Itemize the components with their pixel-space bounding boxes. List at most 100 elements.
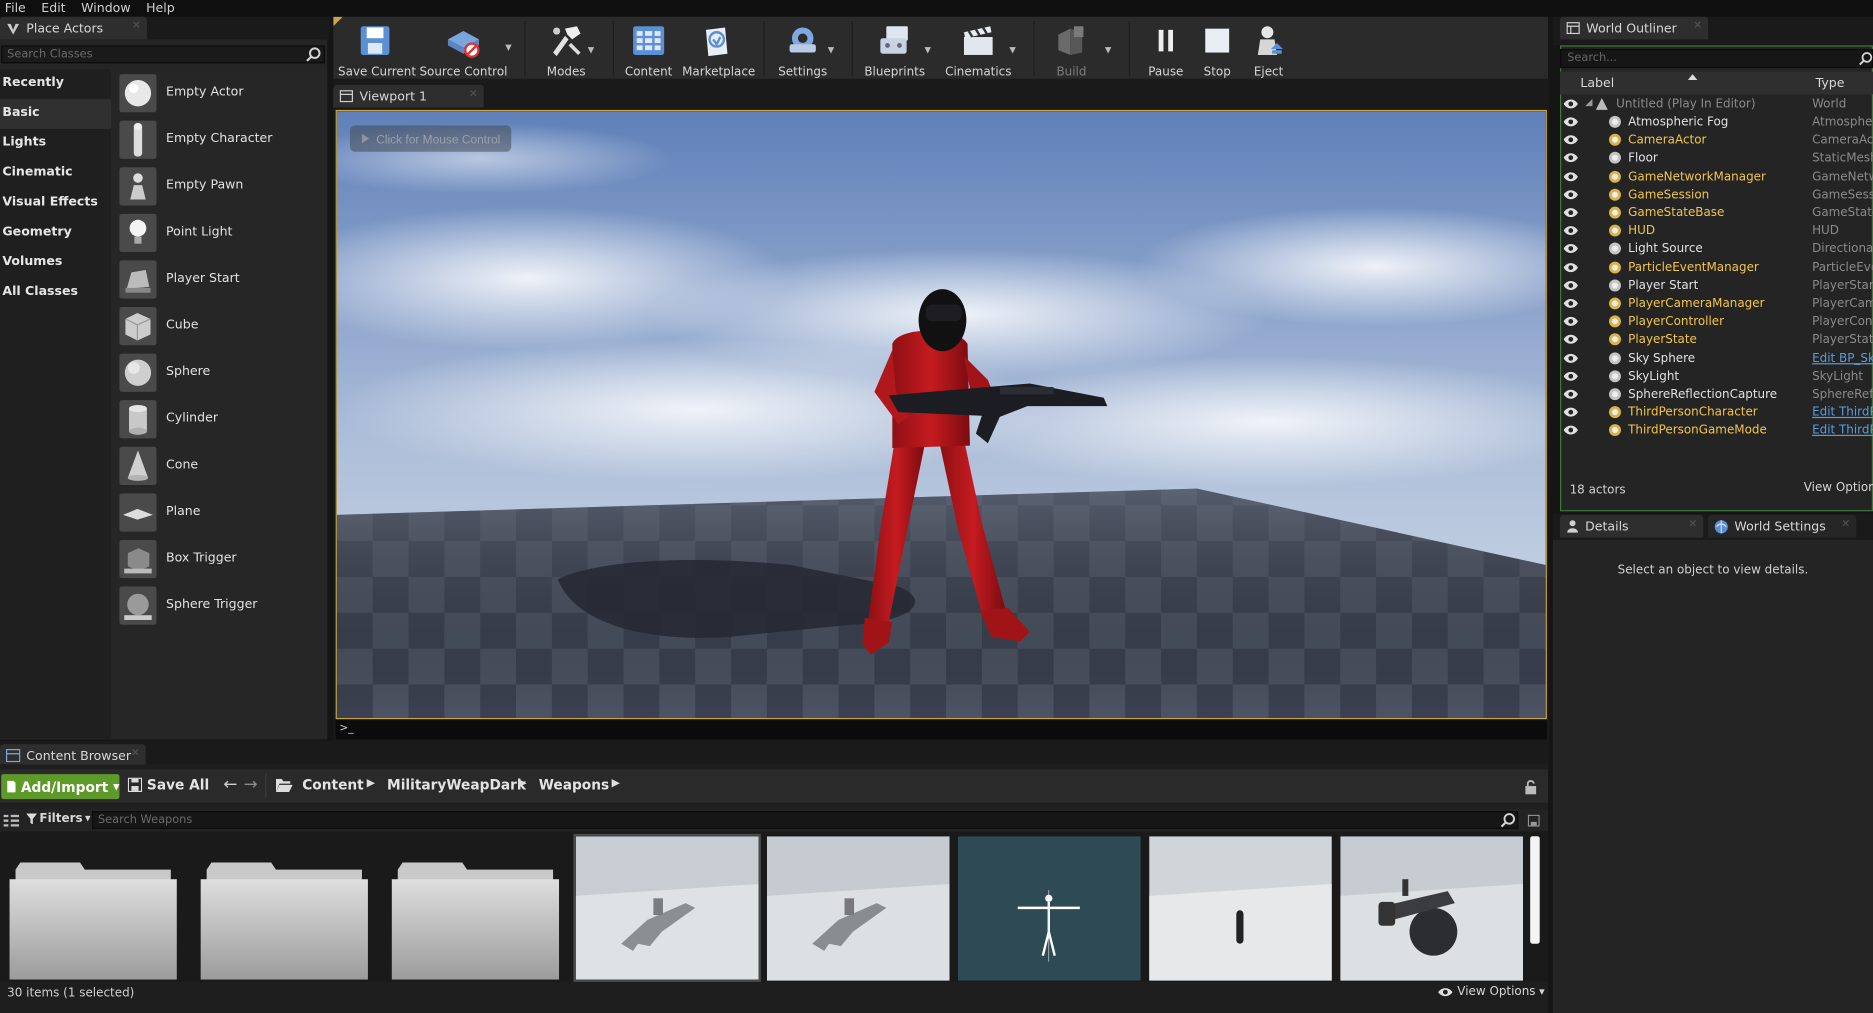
menu-window[interactable]: Window [76, 0, 141, 17]
blueprints-dropdown-icon[interactable]: ▼ [925, 45, 931, 55]
outliner-row[interactable]: Light Source DirectionalLight [1560, 241, 1873, 259]
search-icon[interactable] [1500, 812, 1516, 828]
visibility-eye-icon[interactable] [1563, 334, 1578, 346]
category-cinematic[interactable]: Cinematic [0, 159, 111, 189]
outliner-row[interactable]: ParticleEventManager ParticleEventManager [1560, 259, 1873, 277]
visibility-eye-icon[interactable] [1563, 279, 1578, 291]
outliner-row[interactable]: SphereReflectionCapture SphereReflectionC… [1560, 386, 1873, 404]
actor-type[interactable]: Edit ThirdPersonGameMode [1812, 422, 1873, 440]
add-import-button[interactable]: Add/Import ▼ [1, 774, 119, 800]
asset-folder[interactable] [197, 858, 371, 982]
save-all-button[interactable]: Save All [127, 776, 209, 793]
close-icon[interactable]: ✕ [132, 20, 141, 32]
close-icon[interactable]: ✕ [1693, 20, 1702, 32]
close-icon[interactable]: ✕ [469, 88, 478, 100]
close-icon[interactable]: ✕ [1841, 518, 1850, 530]
actor-box-trigger[interactable]: Box Trigger [117, 539, 326, 580]
asset-bullet[interactable] [1149, 836, 1332, 981]
visibility-eye-icon[interactable] [1563, 388, 1578, 400]
actor-point-light[interactable]: Point Light [117, 213, 326, 254]
sort-asc-icon[interactable] [1687, 74, 1698, 81]
actor-cube[interactable]: Cube [117, 306, 326, 347]
category-basic[interactable]: Basic [0, 99, 112, 130]
outliner-row[interactable]: HUD HUD [1560, 222, 1873, 240]
asset-rifle-mesh-2[interactable] [766, 836, 950, 981]
cinematics-dropdown-icon[interactable]: ▼ [1009, 45, 1015, 55]
outliner-row[interactable]: Sky Sphere Edit BP_Sky_Sphere [1560, 350, 1873, 368]
settings-button[interactable]: Settings [773, 19, 833, 79]
menu-file[interactable]: File [0, 0, 37, 17]
breadcrumb-separator-icon[interactable]: ▶ [612, 778, 620, 790]
outliner-row[interactable]: Player Start PlayerStart [1560, 277, 1873, 295]
visibility-eye-icon[interactable] [1563, 207, 1578, 219]
visibility-eye-icon[interactable] [1563, 406, 1578, 418]
visibility-eye-icon[interactable] [1563, 152, 1578, 164]
visibility-eye-icon[interactable] [1563, 134, 1578, 146]
visibility-eye-icon[interactable] [1563, 370, 1578, 382]
visibility-eye-icon[interactable] [1563, 225, 1578, 237]
search-icon[interactable] [306, 47, 322, 63]
collapse-arrow-icon[interactable]: ◢ [1585, 97, 1592, 108]
asset-folder[interactable] [6, 858, 180, 982]
category-lights[interactable]: Lights [0, 129, 111, 159]
forward-arrow-icon[interactable]: → [244, 775, 258, 794]
breadcrumb-weapons[interactable]: Weapons [539, 776, 609, 793]
column-type-header[interactable]: Type [1816, 76, 1845, 90]
asset-skeleton[interactable] [957, 836, 1141, 981]
asset-rifle-mesh-1[interactable] [573, 833, 761, 982]
cinematics-button[interactable]: Cinematics [942, 19, 1014, 79]
marketplace-button[interactable]: Marketplace [682, 19, 755, 79]
outliner-row[interactable]: GameStateBase GameStateBase [1560, 204, 1873, 222]
actor-sphere-trigger[interactable]: Sphere Trigger [117, 585, 326, 626]
filters-button[interactable]: Filters ▼ [26, 812, 91, 825]
content-button[interactable]: Content [622, 19, 675, 79]
outliner-row[interactable]: GameSession GameSession [1560, 186, 1873, 204]
actor-type[interactable]: Edit BP_Sky_Sphere [1812, 350, 1873, 368]
settings-dropdown-icon[interactable]: ▼ [828, 45, 834, 55]
actor-type[interactable]: Edit ThirdPersonCharacter [1812, 404, 1873, 422]
outliner-row[interactable]: ThirdPersonGameMode Edit ThirdPersonGameM… [1560, 422, 1873, 440]
actor-cone[interactable]: Cone [117, 446, 326, 487]
cb-view-options-button[interactable]: View Options ▼ [1437, 986, 1545, 999]
game-viewport[interactable]: Click for Mouse Control [335, 109, 1547, 720]
outliner-search-input[interactable]: Search... [1560, 48, 1873, 69]
menu-help[interactable]: Help [141, 0, 185, 17]
asset-folder[interactable] [388, 858, 562, 982]
build-button[interactable]: Build [1043, 19, 1100, 79]
stop-button[interactable]: Stop [1193, 19, 1241, 79]
category-visual-effects[interactable]: Visual Effects [0, 189, 111, 219]
asset-grenade-launcher[interactable] [1340, 836, 1524, 981]
outliner-row[interactable]: Floor StaticMeshActor [1560, 150, 1873, 168]
visibility-eye-icon[interactable] [1563, 243, 1578, 255]
search-icon[interactable] [1859, 51, 1873, 66]
actor-plane[interactable]: Plane [117, 492, 326, 533]
save-search-icon[interactable] [1527, 814, 1540, 827]
outliner-row[interactable]: SkyLight SkyLight [1560, 368, 1873, 386]
tab-viewport-1[interactable]: Viewport 1 ✕ [333, 84, 484, 108]
outliner-row-world[interactable]: ◢ Untitled (Play In Editor) World [1560, 96, 1873, 114]
menu-edit[interactable]: Edit [37, 0, 77, 17]
visibility-eye-icon[interactable] [1563, 116, 1578, 128]
actor-empty-actor[interactable]: Empty Actor [117, 73, 326, 114]
column-label-header[interactable]: Label [1580, 76, 1614, 90]
source-control-button[interactable]: Source Control [419, 19, 507, 79]
console-input[interactable]: >_ [335, 720, 1547, 740]
outliner-row[interactable]: GameNetworkManager GameNetworkManager [1560, 168, 1873, 186]
actor-empty-character[interactable]: Empty Character [117, 119, 326, 160]
category-recently-placed[interactable]: Recently Placed [0, 69, 111, 117]
save-current-button[interactable]: Save Current [338, 19, 416, 79]
visibility-eye-icon[interactable] [1563, 352, 1578, 364]
outliner-row[interactable]: PlayerController PlayerController [1560, 313, 1873, 331]
mouse-control-hint[interactable]: Click for Mouse Control [349, 125, 512, 152]
folder-open-icon[interactable] [275, 778, 293, 793]
visibility-eye-icon[interactable] [1563, 170, 1578, 182]
tab-world-settings[interactable]: World Settings ✕ [1708, 514, 1857, 538]
modes-dropdown-icon[interactable]: ▼ [588, 45, 594, 55]
blueprints-button[interactable]: Blueprints [861, 19, 928, 79]
visibility-eye-icon[interactable] [1563, 261, 1578, 273]
category-all-classes[interactable]: All Classes [0, 278, 111, 308]
search-classes-input[interactable]: Search Classes [1, 45, 325, 64]
actor-sphere[interactable]: Sphere [117, 352, 326, 393]
breadcrumb-content[interactable]: Content [302, 776, 364, 793]
visibility-eye-icon[interactable] [1563, 297, 1578, 309]
